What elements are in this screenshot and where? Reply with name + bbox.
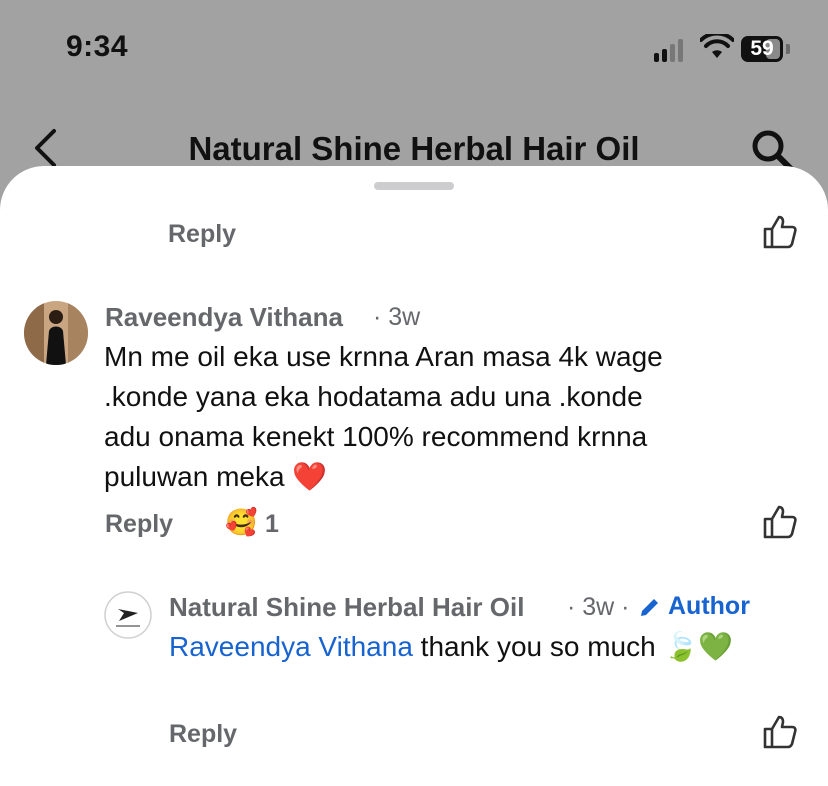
comment-timestamp: · 3w: [373, 303, 421, 331]
comment-author-name[interactable]: Raveendya Vithana: [105, 302, 343, 333]
author-badge: Author: [668, 592, 750, 620]
reply-button[interactable]: Reply: [169, 720, 237, 749]
battery-nub: [786, 44, 790, 54]
reply-message: thank you so much 🍃💚: [412, 631, 734, 662]
status-time: 9:34: [66, 30, 129, 63]
cellular-signal-icon: [654, 38, 688, 62]
reaction-count[interactable]: 1: [265, 510, 279, 539]
like-icon[interactable]: [762, 714, 798, 750]
battery-icon: 59: [741, 36, 783, 62]
pencil-icon: [641, 599, 658, 616]
battery-level: 59: [750, 37, 774, 60]
reply-timestamp: · 3w ·: [567, 593, 630, 621]
wifi-icon: [700, 34, 734, 58]
care-reaction-icon[interactable]: 🥰: [225, 507, 257, 538]
avatar[interactable]: [24, 301, 88, 365]
sheet-drag-handle[interactable]: [374, 182, 454, 190]
reply-button[interactable]: Reply: [105, 510, 173, 539]
comment-text: Mn me oil eka use krnna Aran masa 4k wag…: [104, 341, 663, 492]
reply-author-name[interactable]: Natural Shine Herbal Hair Oil: [169, 592, 524, 623]
page-title: Natural Shine Herbal Hair Oil: [188, 130, 640, 167]
page-logo-avatar[interactable]: [104, 591, 152, 639]
reply-text: Raveendya Vithana thank you so much 🍃💚: [169, 627, 789, 667]
mention-link[interactable]: Raveendya Vithana: [169, 631, 413, 662]
like-icon[interactable]: [762, 504, 798, 540]
reply-button[interactable]: Reply: [168, 220, 236, 249]
like-icon[interactable]: [762, 214, 798, 250]
